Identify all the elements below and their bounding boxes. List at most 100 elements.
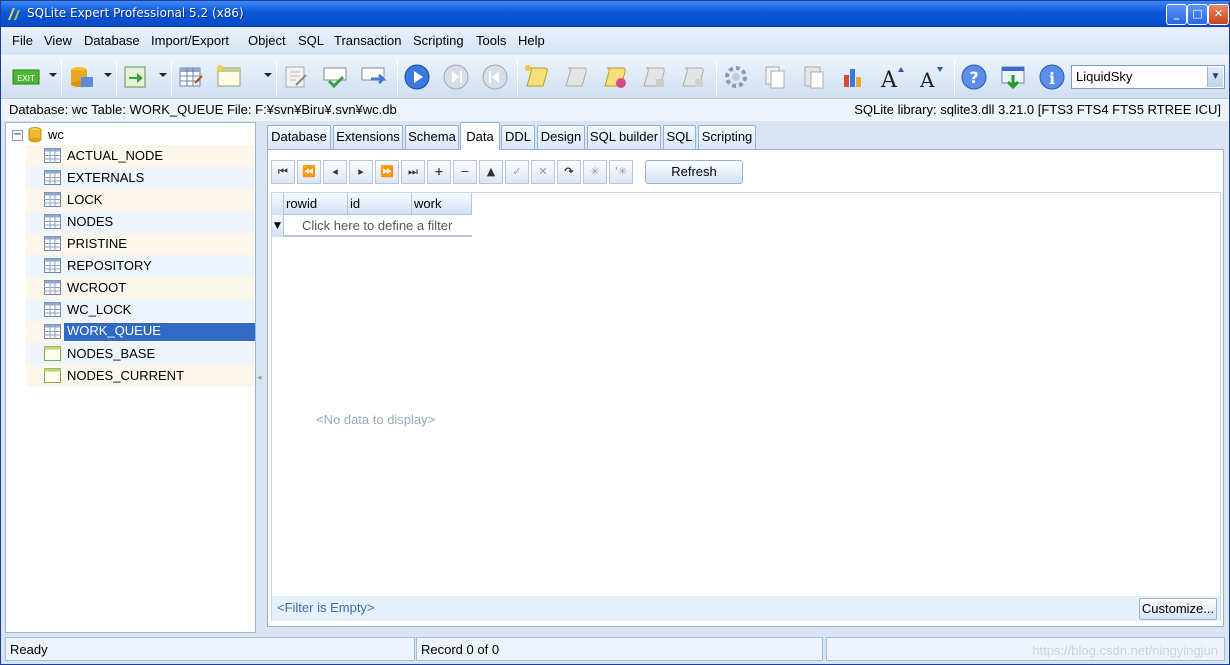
tab-design[interactable]: Design [537, 125, 585, 149]
menu-file[interactable]: File [12, 33, 33, 48]
menu-import-export[interactable]: Import/Export [151, 33, 229, 48]
tree-item-label: NODES_BASE [67, 346, 156, 361]
post-edit-button[interactable]: ✓ [505, 160, 529, 184]
rollback-icon[interactable] [359, 63, 387, 91]
tree-item-nodes[interactable]: NODES [26, 211, 254, 233]
play-icon[interactable] [403, 63, 431, 91]
attach-dropdown-icon[interactable] [159, 73, 167, 77]
tab-extensions[interactable]: Extensions [333, 125, 403, 149]
row-indicator-header [272, 193, 284, 215]
script-icon[interactable] [562, 63, 590, 91]
tab-ddl[interactable]: DDL [501, 125, 535, 149]
paste-icon[interactable] [800, 63, 828, 91]
table-edit-icon[interactable] [177, 63, 205, 91]
new-script-icon[interactable] [523, 63, 551, 91]
column-header-work[interactable]: work [412, 193, 472, 215]
filter-row[interactable]: ▼ Click here to define a filter [272, 215, 472, 237]
data-grid: rowid id work ▼ Click here to define a f… [271, 192, 1221, 621]
font-increase-icon[interactable]: A [878, 63, 906, 91]
font-decrease-icon[interactable]: A [917, 63, 945, 91]
tab-database[interactable]: Database [267, 125, 331, 149]
tree-item-nodes-base[interactable]: NODES_BASE [26, 343, 254, 365]
settings-gear-icon[interactable] [722, 63, 750, 91]
tree-item-actual-node[interactable]: ACTUAL_NODE [26, 145, 254, 167]
filter-icon[interactable]: ▼ [272, 215, 284, 237]
next-page-button[interactable]: ⏩ [375, 160, 399, 184]
tree-item-work-queue[interactable]: WORK_QUEUE [26, 321, 255, 343]
skin-select[interactable]: LiquidSky ▼ [1071, 65, 1225, 89]
close-button[interactable]: ✕ [1208, 4, 1229, 25]
splitter-grip[interactable]: ◂ [257, 373, 262, 383]
tree-item-pristine[interactable]: PRISTINE [26, 233, 254, 255]
tab-sql-builder[interactable]: SQL builder [587, 125, 661, 149]
check-update-icon[interactable] [999, 63, 1027, 91]
step-icon[interactable] [442, 63, 470, 91]
status-bar: Ready Record 0 of 0 https://blog.csdn.ne… [1, 635, 1229, 664]
customize-button[interactable]: Customize... [1139, 598, 1217, 620]
stop-icon[interactable] [481, 63, 509, 91]
new-table-dropdown-icon[interactable] [264, 73, 272, 77]
next-record-button[interactable]: ▸ [349, 160, 373, 184]
menu-database[interactable]: Database [84, 33, 140, 48]
insert-record-button[interactable]: + [427, 160, 451, 184]
menu-scripting[interactable]: Scripting [413, 33, 464, 48]
prev-record-button[interactable]: ◂ [323, 160, 347, 184]
tab-data[interactable]: Data [460, 122, 500, 150]
menu-tools[interactable]: Tools [476, 33, 506, 48]
refresh-button[interactable]: Refresh [645, 160, 743, 184]
attach-database-icon[interactable] [121, 63, 149, 91]
tree-item-lock[interactable]: LOCK [26, 189, 254, 211]
column-header-rowid[interactable]: rowid [284, 193, 348, 215]
chart-icon[interactable] [839, 63, 867, 91]
debug-script-icon[interactable] [640, 63, 668, 91]
stop-script-icon[interactable] [679, 63, 707, 91]
maximize-button[interactable]: □ [1187, 4, 1208, 25]
tree-item-repository[interactable]: REPOSITORY [26, 255, 254, 277]
minimize-button[interactable]: _ [1166, 4, 1187, 25]
tab-schema[interactable]: Schema [405, 125, 459, 149]
new-table-icon[interactable] [215, 63, 243, 91]
collapse-icon[interactable]: − [12, 130, 23, 141]
copy-icon[interactable] [761, 63, 789, 91]
prev-page-button[interactable]: ⏪ [297, 160, 321, 184]
column-header-id[interactable]: id [348, 193, 412, 215]
open-dropdown-icon[interactable] [104, 73, 112, 77]
help-icon[interactable]: ? [960, 63, 988, 91]
tab-scripting[interactable]: Scripting [698, 125, 756, 149]
tree-item-nodes-current[interactable]: NODES_CURRENT [26, 365, 254, 387]
save-bookmark-button[interactable]: ✳ [583, 160, 607, 184]
menu-help[interactable]: Help [518, 33, 545, 48]
status-extra: https://blog.csdn.net/ningyingjun [826, 637, 1225, 661]
tree-item-wc-lock[interactable]: WC_LOCK [26, 299, 254, 321]
open-database-icon[interactable] [67, 63, 95, 91]
run-script-icon[interactable] [601, 63, 629, 91]
last-record-button[interactable]: ⏭ [401, 160, 425, 184]
sqlite-library-info: SQLite library: sqlite3.dll 3.21.0 [FTS3… [854, 102, 1221, 117]
menu-object[interactable]: Object [248, 33, 286, 48]
edit-sql-icon[interactable] [282, 63, 310, 91]
tree-item-label: ACTUAL_NODE [67, 148, 164, 163]
exit-dropdown-icon[interactable] [49, 73, 57, 77]
status-text: Ready [5, 637, 415, 661]
exit-icon[interactable]: EXIT [11, 63, 41, 91]
menu-transaction[interactable]: Transaction [334, 33, 401, 48]
tab-sql[interactable]: SQL [663, 125, 696, 149]
tree-item-label: LOCK [67, 192, 103, 207]
cancel-edit-button[interactable]: ✕ [531, 160, 555, 184]
first-record-button[interactable]: ⏮ [271, 160, 295, 184]
about-info-icon[interactable]: i [1038, 63, 1066, 91]
tree-root-label: wc [48, 127, 64, 142]
tree-item-externals[interactable]: EXTERNALS [26, 167, 254, 189]
tree-item-wcroot[interactable]: WCROOT [26, 277, 254, 299]
refresh-record-button[interactable]: ↷ [557, 160, 581, 184]
table-icon [44, 214, 61, 229]
chevron-down-icon[interactable]: ▼ [1207, 67, 1223, 87]
commit-icon[interactable] [321, 63, 349, 91]
filter-status-text[interactable]: <Filter is Empty> [277, 600, 375, 615]
goto-bookmark-button[interactable]: '✳ [609, 160, 633, 184]
menu-view[interactable]: View [44, 33, 72, 48]
delete-record-button[interactable]: − [453, 160, 477, 184]
edit-record-button[interactable]: ▲ [479, 160, 503, 184]
filter-prompt[interactable]: Click here to define a filter [302, 218, 452, 233]
menu-sql[interactable]: SQL [298, 33, 324, 48]
